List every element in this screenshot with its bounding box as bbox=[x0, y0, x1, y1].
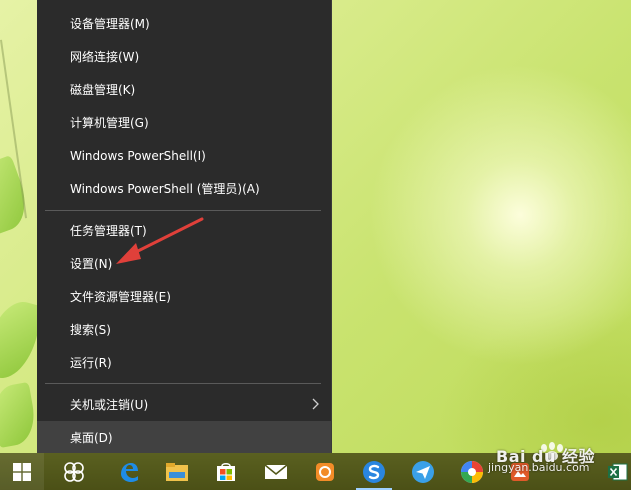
edge-browser-button[interactable] bbox=[107, 453, 151, 490]
mail-icon bbox=[264, 463, 288, 479]
store-button[interactable] bbox=[204, 453, 248, 490]
menu-item-label: 搜索(S) bbox=[70, 323, 111, 337]
menu-item-disk-management[interactable]: 磁盘管理(K) bbox=[37, 73, 331, 106]
winx-context-menu: 设备管理器(M) 网络连接(W) 磁盘管理(K) 计算机管理(G) Window… bbox=[37, 0, 332, 454]
menu-item-label: 磁盘管理(K) bbox=[70, 83, 136, 97]
menu-item-label: 网络连接(W) bbox=[70, 50, 140, 64]
watermark-url: jingyan.baidu.com bbox=[488, 461, 590, 474]
menu-item-task-manager[interactable]: 任务管理器(T) bbox=[37, 214, 331, 247]
chevron-right-icon bbox=[312, 398, 319, 410]
menu-item-settings[interactable]: 设置(N) bbox=[37, 247, 331, 280]
menu-item-label: 任务管理器(T) bbox=[70, 224, 147, 238]
excel-button[interactable] bbox=[596, 453, 631, 490]
mail-button[interactable] bbox=[254, 453, 298, 490]
file-explorer-icon bbox=[166, 462, 188, 481]
menu-item-run[interactable]: 运行(R) bbox=[37, 346, 331, 379]
store-icon bbox=[217, 462, 235, 481]
wallpaper-leaf bbox=[0, 381, 39, 449]
paper-plane-app-icon bbox=[412, 460, 434, 483]
start-button[interactable] bbox=[0, 453, 44, 490]
menu-item-shutdown-signout[interactable]: 关机或注销(U) bbox=[37, 388, 331, 421]
photo-app-button[interactable] bbox=[303, 453, 347, 490]
excel-icon bbox=[608, 463, 628, 480]
menu-item-search[interactable]: 搜索(S) bbox=[37, 313, 331, 346]
menu-item-network-connections[interactable]: 网络连接(W) bbox=[37, 40, 331, 73]
edge-browser-icon bbox=[121, 462, 138, 482]
menu-separator bbox=[45, 383, 321, 384]
menu-item-desktop[interactable]: 桌面(D) bbox=[37, 421, 331, 454]
menu-item-powershell[interactable]: Windows PowerShell(I) bbox=[37, 139, 331, 172]
windows-start-icon bbox=[13, 462, 31, 481]
photo-app-icon bbox=[316, 462, 334, 481]
menu-item-file-explorer[interactable]: 文件资源管理器(E) bbox=[37, 280, 331, 313]
desktop: 设备管理器(M) 网络连接(W) 磁盘管理(K) 计算机管理(G) Window… bbox=[0, 0, 631, 490]
menu-item-label: 文件资源管理器(E) bbox=[70, 290, 171, 304]
menu-item-label: 设备管理器(M) bbox=[70, 17, 150, 31]
menu-item-label: 运行(R) bbox=[70, 356, 112, 370]
menu-item-label: 桌面(D) bbox=[70, 431, 113, 445]
menu-item-label: 设置(N) bbox=[70, 257, 113, 271]
menu-item-label: 计算机管理(G) bbox=[70, 116, 149, 130]
sogou-browser-button[interactable] bbox=[352, 453, 396, 490]
menu-item-label: Windows PowerShell (管理员)(A) bbox=[70, 182, 260, 196]
task-view-icon bbox=[64, 461, 84, 482]
menu-item-device-manager[interactable]: 设备管理器(M) bbox=[37, 7, 331, 40]
menu-separator bbox=[45, 210, 321, 211]
paper-plane-app-button[interactable] bbox=[401, 453, 445, 490]
menu-item-powershell-admin[interactable]: Windows PowerShell (管理员)(A) bbox=[37, 172, 331, 205]
sogou-browser-icon bbox=[363, 460, 385, 483]
task-view-button[interactable] bbox=[52, 453, 96, 490]
pinwheel-app-icon bbox=[461, 460, 483, 483]
menu-item-label: 关机或注销(U) bbox=[70, 398, 149, 412]
menu-item-computer-management[interactable]: 计算机管理(G) bbox=[37, 106, 331, 139]
file-explorer-button[interactable] bbox=[155, 453, 199, 490]
menu-item-label: Windows PowerShell(I) bbox=[70, 148, 206, 163]
